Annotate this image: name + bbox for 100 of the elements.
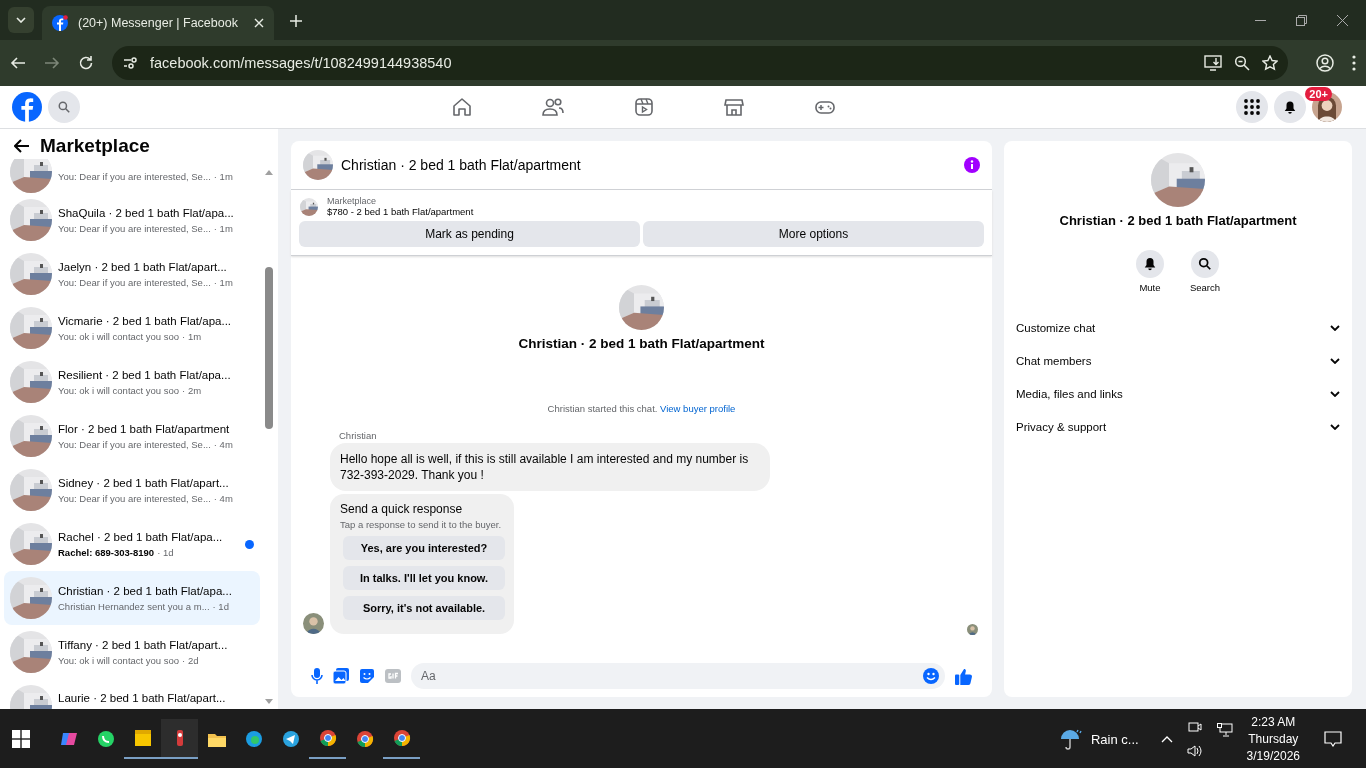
menu-icon[interactable]	[1352, 55, 1356, 71]
details-section[interactable]: Customize chat	[1004, 311, 1352, 344]
weather-text[interactable]: Rain c...	[1090, 731, 1139, 747]
chrome-icon[interactable]	[318, 729, 337, 747]
info-icon[interactable]	[964, 157, 980, 173]
telegram-icon[interactable]	[281, 730, 300, 748]
forward-icon[interactable]	[44, 55, 60, 71]
conversation-item[interactable]: Tiffany · 2 bed 1 bath Flat/apart... You: ok i will contact you soo · 2d	[4, 625, 260, 679]
message-preview: Rachel: 689-303-8190	[58, 546, 155, 559]
star-icon[interactable]	[1262, 55, 1278, 71]
action-button[interactable]: More options	[643, 221, 984, 247]
browser-icon[interactable]	[244, 730, 263, 748]
conversation-item[interactable]: Rachel · 2 bed 1 bath Flat/apa... Rachel: 689-303-8190 · 1d	[4, 517, 260, 571]
details-section[interactable]: Chat members	[1004, 344, 1352, 377]
action-button[interactable]: Mark as pending	[299, 221, 640, 247]
quick-response-button[interactable]: Sorry, it's not available.	[343, 596, 505, 620]
conversation-item[interactable]: Sidney · 2 bed 1 bath Flat/apart... You: Dear if you are interested, Se... · 4m	[4, 463, 260, 517]
reload-icon[interactable]	[78, 55, 94, 71]
clock-time[interactable]: 2:23 AM	[1251, 715, 1296, 729]
conversation-item[interactable]: Resilient · 2 bed 1 bath Flat/apa... You: ok i will contact you soo · 2m	[4, 355, 260, 409]
message-time: · 2d	[182, 654, 199, 667]
conversation-item[interactable]: Jaelyn · 2 bed 1 bath Flat/apart... You: Dear if you are interested, Se... · 1m	[4, 247, 260, 301]
grid-icon	[1244, 99, 1260, 115]
message-time: · 1m	[213, 171, 233, 183]
umbrella-icon[interactable]	[1058, 728, 1083, 750]
message-time: · 4m	[213, 492, 233, 505]
scrollbar-thumb[interactable]	[265, 267, 273, 429]
menu-button[interactable]	[1236, 91, 1268, 123]
close-icon[interactable]	[1337, 14, 1348, 26]
start-icon[interactable]	[12, 730, 30, 748]
conversation-item[interactable]: Christian · 2 bed 1 bath Flat/apa... Christian Hernandez sent you a m... · 1d	[4, 571, 260, 625]
sticky-notes-icon[interactable]	[134, 730, 151, 746]
home-icon[interactable]	[452, 97, 472, 117]
new-tab-icon[interactable]	[290, 15, 302, 27]
conversation-title: Laurie · 2 bed 1 bath Flat/apart...	[58, 691, 227, 705]
buyer-profile-link[interactable]: View buyer profile	[660, 403, 736, 414]
tab-list-button[interactable]	[8, 7, 34, 33]
browser-tab[interactable]: (20+) Messenger | Facebook	[42, 6, 274, 40]
network-icon[interactable]	[1216, 723, 1233, 737]
chat-app-icon[interactable]	[96, 730, 115, 748]
notification-badge: 20+	[1305, 87, 1332, 101]
profile-icon[interactable]	[1316, 54, 1334, 72]
conversation-title: Jaelyn · 2 bed 1 bath Flat/apart...	[58, 259, 228, 274]
speaker-icon[interactable]	[1186, 744, 1203, 758]
conversation-item[interactable]: ShaQuila · 2 bed 1 bath Flat/apa... You: Dear if you are interested, Se... · 1m	[4, 193, 260, 247]
search-button[interactable]	[48, 91, 80, 123]
restore-icon[interactable]	[1296, 14, 1307, 26]
message-preview: You: ok i will contact you soo	[58, 384, 180, 397]
emoji-icon[interactable]	[923, 668, 939, 684]
facebook-logo[interactable]	[12, 92, 42, 122]
image-icon[interactable]	[333, 668, 349, 684]
back-icon[interactable]	[10, 55, 26, 71]
message-time: · 1d	[212, 600, 229, 613]
folder-icon[interactable]	[207, 731, 226, 747]
conversation-title: Resilient · 2 bed 1 bath Flat/apa...	[58, 367, 232, 382]
details-title: Christian · 2 bed 1 bath Flat/apartment	[1059, 213, 1297, 228]
system-message: Christian started this chat.	[547, 403, 658, 414]
conversation-item[interactable]: Vicmarie · 2 bed 1 bath Flat/apa... You: ok i will contact you soo · 1m	[4, 301, 260, 355]
install-app-icon[interactable]	[1204, 55, 1222, 71]
quick-response-button[interactable]: In talks. I'll let you know.	[343, 566, 505, 590]
notification-icon[interactable]	[1324, 731, 1342, 747]
address-bar[interactable]: facebook.com/messages/t/1082499144938540	[112, 46, 1288, 80]
chrome-icon[interactable]	[392, 729, 411, 747]
message-preview: You: Dear if you are interested, Se...	[58, 222, 211, 235]
message-bubble: Hello hope all is well, if this is still available I am interested and my number is 732-393-2029. Thank you !	[330, 443, 770, 491]
sticker-icon[interactable]	[359, 668, 375, 684]
avatar-icon	[967, 624, 978, 635]
zoom-icon[interactable]	[1234, 55, 1250, 71]
message-time: · 2m	[182, 384, 202, 397]
message-input[interactable]: Aa	[411, 663, 945, 689]
site-settings-icon[interactable]	[122, 55, 138, 71]
clock-day[interactable]: Thursday	[1248, 732, 1299, 746]
chat-title: Christian · 2 bed 1 bath Flat/apartment	[341, 157, 582, 173]
message-preview: You: Dear if you are interested, Se...	[58, 492, 211, 505]
unread-dot	[245, 539, 254, 549]
conversation-item[interactable]: You: Dear if you are interested, Se... · 1m	[4, 159, 260, 193]
video-icon[interactable]	[634, 97, 654, 117]
clock-date[interactable]: 3/19/2026	[1246, 749, 1300, 763]
details-section[interactable]: Media, files and links	[1004, 377, 1352, 410]
message-preview: You: Dear if you are interested, Se...	[58, 171, 211, 183]
thumbs-up-icon[interactable]	[955, 667, 972, 685]
notifications-button[interactable]	[1274, 91, 1306, 123]
chevron-up-icon[interactable]	[1160, 735, 1173, 743]
scroll-up-icon[interactable]	[265, 169, 273, 175]
message-preview: You: ok i will contact you soo	[58, 330, 180, 343]
copilot-icon[interactable]	[59, 730, 78, 748]
chrome-icon[interactable]	[355, 730, 374, 748]
avatar-icon	[303, 613, 324, 634]
store-icon[interactable]	[724, 97, 744, 117]
friends-icon[interactable]	[542, 97, 564, 117]
conversation-item[interactable]: Flor · 2 bed 1 bath Flat/apartment You: Dear if you are interested, Se... · 4m	[4, 409, 260, 463]
microphone-icon[interactable]	[311, 668, 323, 684]
details-section[interactable]: Privacy & support	[1004, 410, 1352, 443]
message-preview: Christian Hernandez sent you a m...	[58, 600, 210, 613]
back-icon[interactable]	[14, 139, 30, 153]
quick-response-button[interactable]: Yes, are you interested?	[343, 536, 505, 560]
camera-icon[interactable]	[1187, 720, 1202, 734]
scroll-down-icon[interactable]	[265, 699, 273, 705]
message-time: · 1m	[213, 222, 233, 235]
chevron-icon	[1330, 423, 1340, 430]
